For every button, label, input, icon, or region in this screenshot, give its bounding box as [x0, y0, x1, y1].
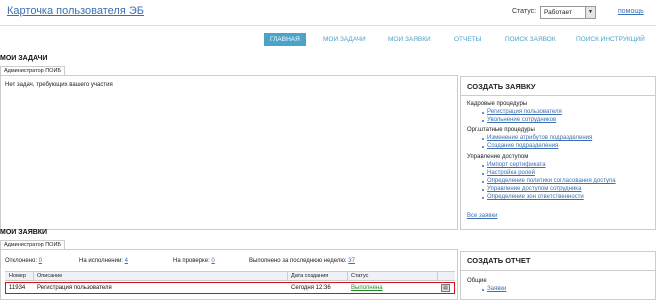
row-status-link[interactable]: Выполнена: [351, 285, 383, 291]
create-report-box: СОЗДАТЬ ОТЧЕТ Общие Заявки: [460, 251, 656, 300]
app-title-link[interactable]: Карточка пользователя ЭБ: [7, 5, 144, 17]
bullet-icon: [482, 165, 484, 167]
column-divider: [347, 272, 348, 280]
tasks-section-title: МОИ ЗАДАЧИ: [0, 55, 48, 62]
row-date: Сегодня 12:36: [291, 285, 331, 291]
column-divider: [287, 272, 288, 280]
status-select[interactable]: Работает ▼: [540, 6, 596, 19]
link-dismiss-employees[interactable]: Увольнение сотрудников: [487, 117, 556, 123]
status-select-value: Работает: [544, 9, 572, 16]
bullet-icon: [482, 189, 484, 191]
requests-table-header: Номер Описание Дата создания Статус: [5, 271, 455, 281]
divider: [461, 270, 655, 271]
link-employee-access[interactable]: Управление доступом сотрудника: [487, 186, 581, 192]
link-import-cert[interactable]: Импорт сертификата: [487, 162, 546, 168]
counter-on-review-value[interactable]: 0: [211, 258, 214, 264]
link-register-user[interactable]: Регистрация пользователя: [487, 109, 562, 115]
bullet-icon: [482, 138, 484, 140]
nav-item-reports[interactable]: ОТЧЕТЫ: [454, 33, 481, 46]
group-title-org: Орг.штатные процедуры: [467, 127, 535, 133]
column-divider: [33, 272, 34, 280]
requests-section-title: МОИ ЗАЯВКИ: [0, 229, 48, 236]
chevron-down-icon[interactable]: ▼: [585, 7, 595, 18]
create-report-title: СОЗДАТЬ ОТЧЕТ: [467, 256, 531, 265]
column-description[interactable]: Описание: [37, 273, 62, 279]
link-change-dept-attrs[interactable]: Изменение атрибутов подразделения: [487, 135, 592, 141]
all-requests-link[interactable]: Все заявки: [467, 213, 498, 219]
column-divider: [437, 272, 438, 280]
status-label: Статус:: [512, 8, 537, 15]
divider: [461, 95, 655, 96]
tasks-empty-message: Нет задач, требующих вашего участия: [5, 82, 113, 88]
main-nav: ГЛАВНАЯ МОИ ЗАДАЧИ МОИ ЗАЯВКИ ОТЧЕТЫ ПОИ…: [0, 33, 656, 46]
row-number: 11934: [9, 285, 26, 291]
row-description: Регистрация пользователя: [37, 285, 112, 291]
column-number[interactable]: Номер: [9, 273, 26, 279]
table-row[interactable]: 11934 Регистрация пользователя Сегодня 1…: [5, 282, 455, 294]
bullet-icon: [482, 197, 484, 199]
requests-panel: Отклонено: 0 На исполнении: 4 На проверк…: [0, 249, 458, 300]
column-date[interactable]: Дата создания: [291, 273, 328, 279]
counter-done-week-value[interactable]: 37: [348, 258, 355, 264]
column-status[interactable]: Статус: [351, 273, 368, 279]
nav-item-my-tasks[interactable]: МОИ ЗАДАЧИ: [323, 33, 366, 46]
bullet-icon: [482, 112, 484, 114]
counter-rejected-value[interactable]: 0: [39, 258, 42, 264]
group-title-hr: Кадровые процедуры: [467, 101, 528, 107]
link-responsibility-zones[interactable]: Определение зон ответственности: [487, 194, 584, 200]
link-create-dept[interactable]: Создание подразделения: [487, 143, 558, 149]
header-bar: Карточка пользователя ЭБ Статус: Работае…: [0, 0, 656, 26]
nav-item-home[interactable]: ГЛАВНАЯ: [264, 33, 306, 46]
create-request-box: СОЗДАТЬ ЗАЯВКУ Кадровые процедуры Регист…: [460, 76, 656, 230]
counter-done-week: Выполнено за последнюю неделю: 37: [249, 258, 355, 264]
bullet-icon: [482, 181, 484, 183]
report-group-title: Общие: [467, 278, 487, 284]
document-icon[interactable]: ▤: [441, 284, 450, 292]
counter-rejected: Отклонено: 0: [5, 258, 42, 264]
tasks-panel: Нет задач, требующих вашего участия: [0, 75, 458, 230]
create-request-title: СОЗДАТЬ ЗАЯВКУ: [467, 82, 536, 91]
bullet-icon: [482, 146, 484, 148]
nav-item-search-instructions[interactable]: ПОИСК ИНСТРУКЦИЙ: [576, 33, 645, 46]
counter-on-review: На проверке: 0: [173, 258, 215, 264]
bullet-icon: [482, 289, 484, 291]
counter-in-progress: На исполнении: 4: [79, 258, 128, 264]
link-configure-roles[interactable]: Настройка ролей: [487, 170, 535, 176]
group-title-access: Управление доступом: [467, 154, 529, 160]
bullet-icon: [482, 120, 484, 122]
bullet-icon: [482, 173, 484, 175]
link-approval-policy[interactable]: Определение политики согласования доступ…: [487, 178, 616, 184]
nav-item-my-requests[interactable]: МОИ ЗАЯВКИ: [388, 33, 431, 46]
nav-item-search-requests[interactable]: ПОИСК ЗАЯВОК: [505, 33, 556, 46]
report-link-requests[interactable]: Заявки: [487, 286, 506, 292]
counter-in-progress-value[interactable]: 4: [125, 258, 128, 264]
help-link[interactable]: помощь: [618, 8, 644, 15]
